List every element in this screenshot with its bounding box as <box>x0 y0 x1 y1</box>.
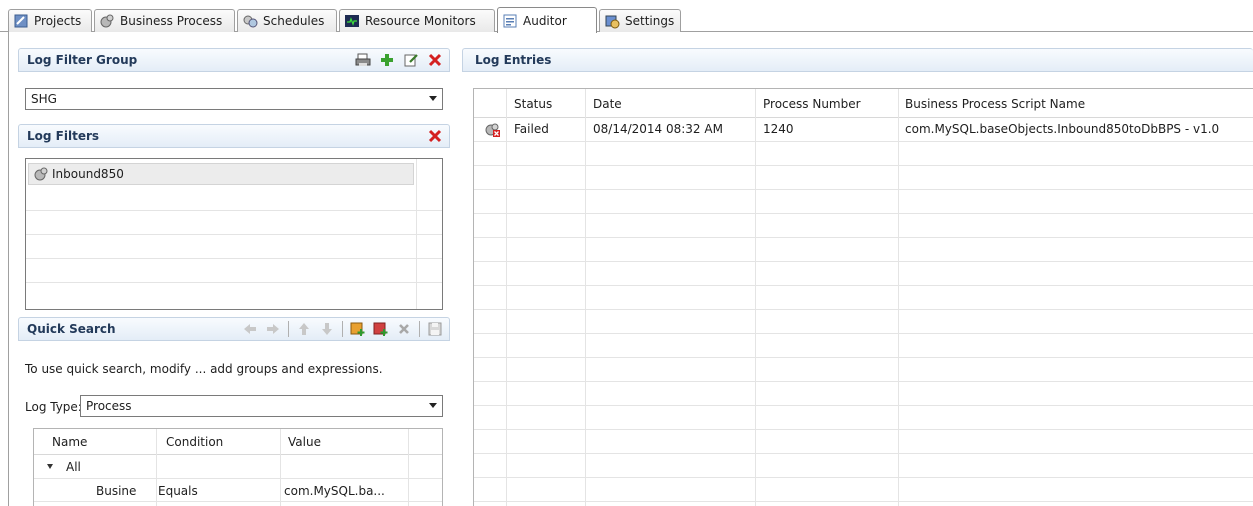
tab-settings[interactable]: Settings <box>599 9 681 32</box>
tab-schedules[interactable]: Schedules <box>237 9 337 32</box>
arrow-right-icon[interactable] <box>265 321 281 337</box>
log-entries-title: Log Entries <box>475 53 552 67</box>
quick-search-title: Quick Search <box>27 322 116 336</box>
cell-date: 08/14/2014 08:32 AM <box>593 122 723 136</box>
list-item[interactable]: Inbound850 <box>28 163 414 185</box>
arrow-up-icon[interactable] <box>296 321 312 337</box>
tab-resource-monitors[interactable]: Resource Monitors <box>339 9 495 32</box>
log-filters-title: Log Filters <box>27 129 100 143</box>
quick-search-hint: To use quick search, modify ... add grou… <box>25 362 383 376</box>
list-item-label: Inbound850 <box>52 167 124 181</box>
chevron-down-icon <box>429 403 437 408</box>
toolbar-separator <box>342 321 343 337</box>
log-filters-header: Log Filters <box>18 124 450 148</box>
quick-search-header: Quick Search <box>18 317 450 341</box>
add-group-icon[interactable] <box>350 321 366 337</box>
expand-toggle-icon[interactable] <box>47 464 53 469</box>
expression-condition[interactable]: Equals <box>158 484 198 498</box>
log-entries-table: Status Date Process Number Business Proc… <box>473 88 1253 506</box>
expression-name[interactable]: Busine <box>96 484 154 498</box>
tab-label: Projects <box>34 14 82 28</box>
tab-label: Resource Monitors <box>365 14 476 28</box>
column-header-value[interactable]: Value <box>288 435 321 449</box>
business-process-icon <box>33 166 49 182</box>
business-process-icon <box>99 13 115 29</box>
projects-icon <box>13 13 29 29</box>
column-header-date[interactable]: Date <box>593 97 622 111</box>
log-filters-list: Inbound850 <box>25 158 443 310</box>
log-type-value: Process <box>86 399 132 413</box>
remove-icon[interactable] <box>396 321 412 337</box>
tree-node-label[interactable]: All <box>66 460 81 474</box>
schedules-icon <box>242 13 258 29</box>
log-filter-group-select[interactable]: SHG <box>25 88 443 110</box>
tab-label: Auditor <box>523 13 567 28</box>
add-expression-icon[interactable] <box>373 321 389 337</box>
tab-bar: Projects Business Process Schedules Reso… <box>0 0 1253 33</box>
column-header-status[interactable]: Status <box>514 97 552 111</box>
left-frame-border <box>8 32 9 506</box>
column-header-process-number[interactable]: Process Number <box>763 97 861 111</box>
failed-status-icon <box>485 122 501 138</box>
expression-value[interactable]: com.MySQL.ba... <box>284 484 406 498</box>
table-row[interactable]: Failed 08/14/2014 08:32 AM 1240 com.MySQ… <box>474 118 1253 141</box>
save-icon[interactable] <box>427 321 443 337</box>
log-filter-group-value: SHG <box>31 92 57 106</box>
tab-label: Settings <box>625 14 675 28</box>
cell-process-number: 1240 <box>763 122 794 136</box>
cell-status: Failed <box>514 122 549 136</box>
cell-script-name: com.MySQL.baseObjects.Inbound850toDbBPS … <box>905 122 1220 136</box>
toolbar-separator <box>288 321 289 337</box>
log-type-select[interactable]: Process <box>80 395 443 417</box>
log-filter-group-title: Log Filter Group <box>27 53 138 67</box>
log-entries-header: Log Entries <box>462 48 1253 72</box>
tab-business-process[interactable]: Business Process <box>94 9 235 32</box>
arrow-down-icon[interactable] <box>319 321 335 337</box>
delete-icon[interactable] <box>427 52 443 68</box>
toolbar-separator <box>419 321 420 337</box>
tab-label: Business Process <box>120 14 223 28</box>
auditor-icon <box>502 13 518 29</box>
tab-label: Schedules <box>263 14 325 28</box>
column-header-script-name[interactable]: Business Process Script Name <box>905 97 1085 111</box>
quick-search-grid: Name Condition Value All Busine Equals c… <box>33 428 443 506</box>
delete-icon[interactable] <box>427 128 443 144</box>
chevron-down-icon <box>429 96 437 101</box>
settings-icon <box>604 13 620 29</box>
column-header-condition[interactable]: Condition <box>166 435 223 449</box>
column-header-name[interactable]: Name <box>52 435 87 449</box>
tab-projects[interactable]: Projects <box>8 9 92 32</box>
resource-monitor-icon <box>344 13 360 29</box>
print-icon[interactable] <box>355 52 371 68</box>
edit-icon[interactable] <box>403 52 419 68</box>
log-filter-group-header: Log Filter Group <box>18 48 450 72</box>
log-type-label: Log Type: <box>25 400 82 414</box>
arrow-left-icon[interactable] <box>242 321 258 337</box>
add-icon[interactable] <box>379 52 395 68</box>
tab-auditor[interactable]: Auditor <box>497 7 597 33</box>
